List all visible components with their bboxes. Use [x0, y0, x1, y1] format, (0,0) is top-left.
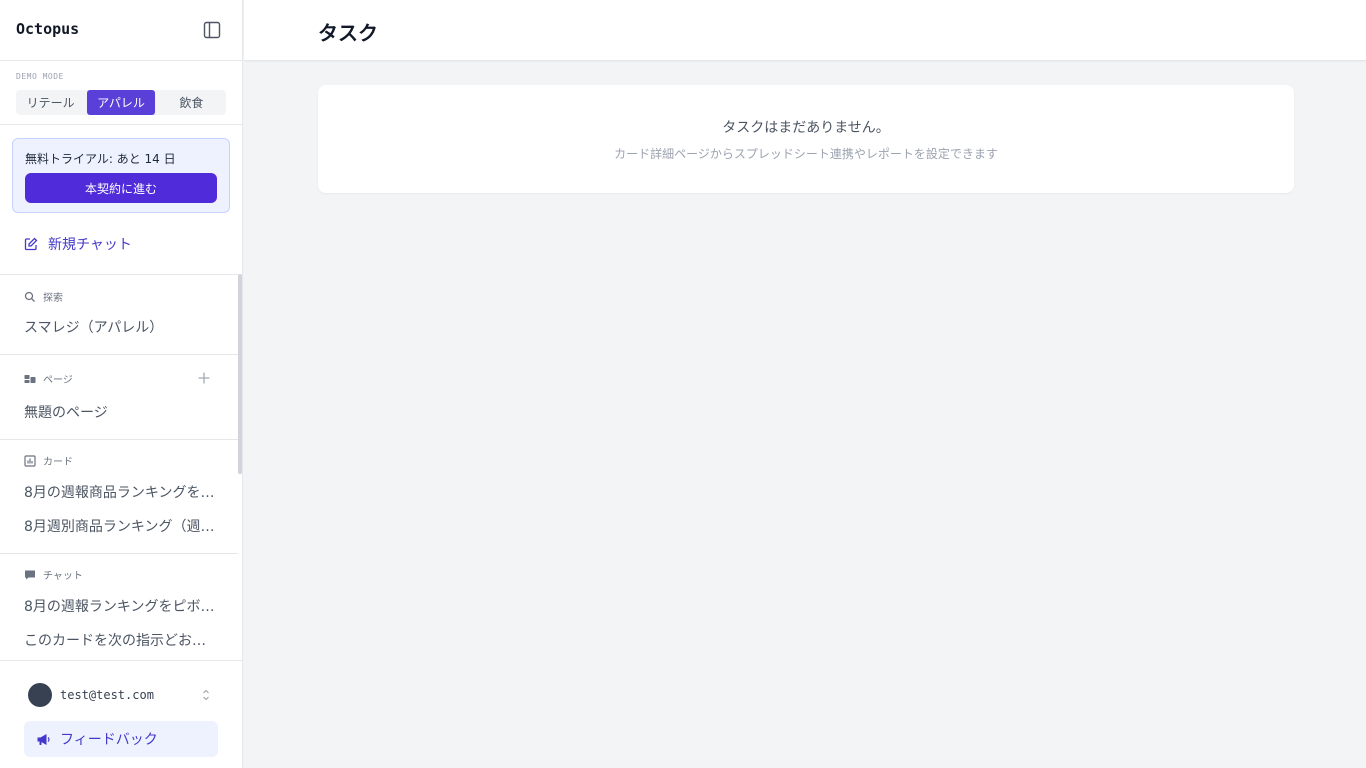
sidebar-nav[interactable]: 探索 スマレジ（アパレル） ページ 無題のページ カード 8月の週報商品ランキン…: [0, 274, 238, 660]
pages-icon: [24, 374, 36, 383]
section-explore: 探索 スマレジ（アパレル）: [0, 275, 238, 355]
feedback-label: フィードバック: [60, 732, 158, 748]
section-chats-header: チャット: [24, 567, 83, 582]
sidebar-header: Octopus: [0, 0, 242, 61]
section-chats-title: チャット: [43, 571, 83, 582]
trial-banner: 無料トライアル: あと 14 日 本契約に進む: [12, 138, 230, 213]
sidebar-scrollbar[interactable]: [238, 274, 242, 474]
section-pages: ページ 無題のページ: [0, 355, 238, 440]
main-header: タスク: [244, 0, 1366, 61]
card-item[interactable]: 8月週別商品ランキング（週x…: [24, 516, 216, 536]
section-explore-title: 探索: [43, 293, 63, 304]
page-title: タスク: [318, 21, 378, 45]
sidebar-toggle-icon[interactable]: [203, 21, 221, 39]
section-cards: カード 8月の週報商品ランキングを… 8月週別商品ランキング（週x…: [0, 440, 238, 554]
demo-option-apparel[interactable]: アパレル: [87, 90, 155, 115]
chat-item[interactable]: このカードを次の指示どおり…: [24, 630, 216, 650]
user-menu[interactable]: test@test.com: [28, 683, 214, 707]
edit-icon: [24, 237, 38, 251]
demo-mode-label: DEMO MODE: [16, 72, 64, 81]
section-cards-title: カード: [43, 457, 73, 468]
app-name: Octopus: [16, 20, 80, 38]
chat-item[interactable]: 8月の週報ランキングをピボ…: [24, 596, 216, 616]
card-item[interactable]: 8月の週報商品ランキングを…: [24, 482, 216, 502]
section-pages-title: ページ: [43, 375, 73, 386]
demo-mode-panel: DEMO MODE リテール アパレル 飲食: [0, 61, 242, 125]
empty-state-card: タスクはまだありません。 カード詳細ページからスプレッドシート連携やレポートを設…: [318, 85, 1294, 193]
chevron-up-down-icon: [203, 689, 209, 701]
chat-bubble-icon: [25, 570, 35, 579]
trial-remaining-text: 無料トライアル: あと 14 日: [25, 152, 176, 166]
demo-mode-switch: リテール アパレル 飲食: [16, 90, 226, 115]
avatar: [28, 683, 52, 707]
sidebar-footer: test@test.com フィードバック: [0, 660, 242, 768]
megaphone-icon: [37, 733, 50, 745]
section-chats: チャット 8月の週報ランキングをピボ… このカードを次の指示どおり…: [0, 554, 238, 660]
demo-option-retail[interactable]: リテール: [17, 90, 84, 115]
explore-item[interactable]: スマレジ（アパレル）: [24, 317, 216, 337]
section-cards-header: カード: [24, 453, 73, 468]
demo-option-food[interactable]: 飲食: [158, 90, 225, 115]
new-chat-label: 新規チャット: [48, 237, 132, 253]
empty-state-subtitle: カード詳細ページからスプレッドシート連携やレポートを設定できます: [614, 147, 998, 161]
search-icon: [24, 291, 35, 302]
section-pages-header: ページ: [24, 371, 73, 386]
chart-card-icon: [24, 454, 36, 467]
empty-state-title: タスクはまだありません。: [722, 120, 890, 136]
upgrade-button[interactable]: 本契約に進む: [25, 173, 217, 203]
section-explore-header: 探索: [24, 289, 63, 304]
page-item[interactable]: 無題のページ: [24, 402, 216, 422]
sidebar: Octopus DEMO MODE リテール アパレル 飲食 無料トライアル: …: [0, 0, 243, 768]
add-page-icon[interactable]: [197, 371, 211, 385]
user-email: test@test.com: [60, 688, 154, 702]
new-chat-button[interactable]: 新規チャット: [24, 232, 132, 256]
feedback-button[interactable]: フィードバック: [24, 721, 218, 757]
